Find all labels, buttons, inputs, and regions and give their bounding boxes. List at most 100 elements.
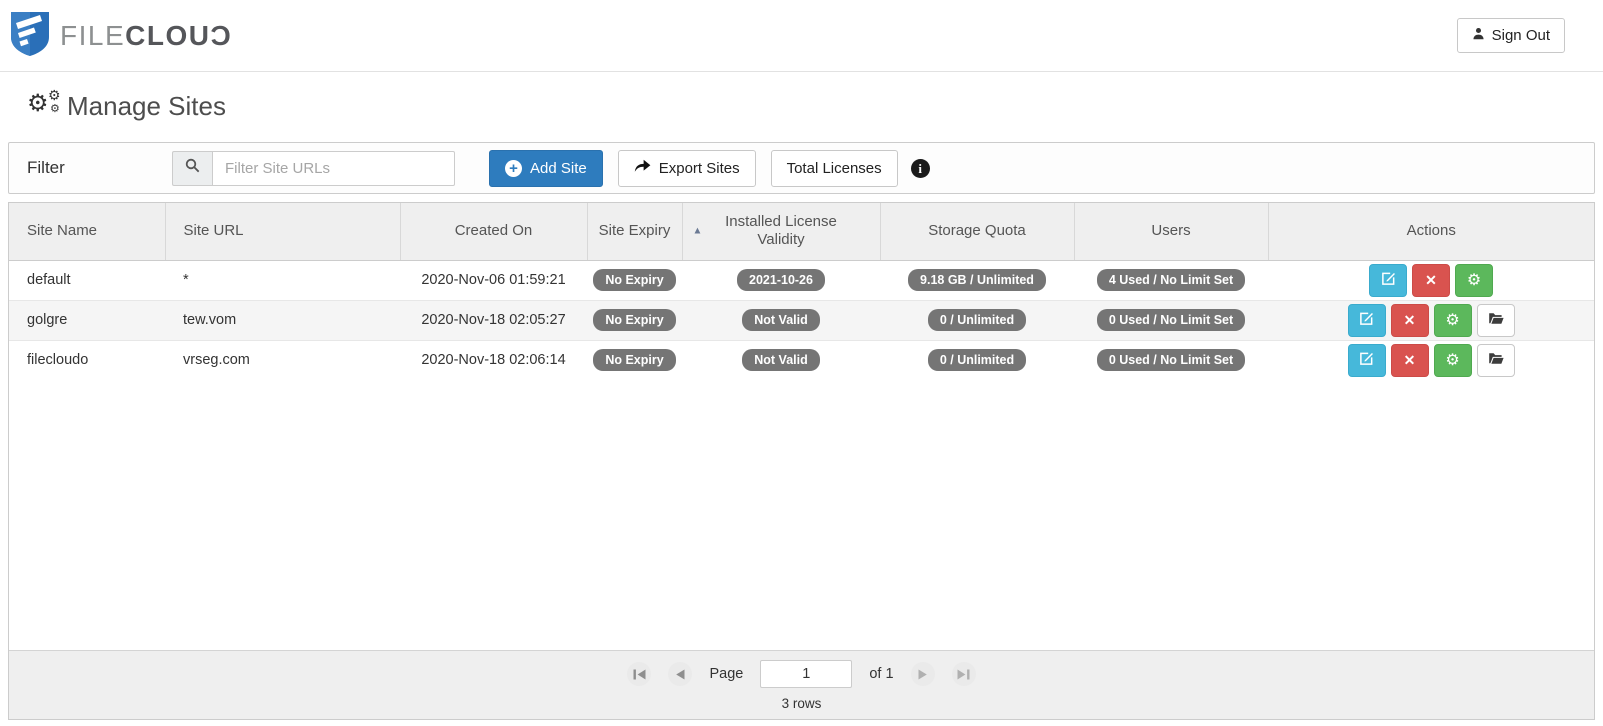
actions-cell: ✕⚙ xyxy=(1268,260,1594,300)
delete-site-button[interactable]: ✕ xyxy=(1391,304,1429,337)
page-heading: ⚙ ⚙ ⚙ Manage Sites xyxy=(27,88,1603,124)
delete-x-icon: ✕ xyxy=(1404,352,1416,369)
folder-open-icon xyxy=(1488,312,1504,328)
status-badge: 0 / Unlimited xyxy=(928,309,1026,331)
rows-count-label: 3 rows xyxy=(9,696,1594,711)
add-site-button[interactable]: + Add Site xyxy=(489,150,603,187)
column-header-label: Actions xyxy=(1407,222,1456,241)
column-header-users[interactable]: Users xyxy=(1074,203,1268,260)
column-header-label: Users xyxy=(1151,222,1190,241)
filecloud-logo: FILECLOUƆ xyxy=(10,9,232,62)
table-row: filecloudovrseg.com2020-Nov-18 02:06:14N… xyxy=(9,340,1594,380)
search-icon xyxy=(185,158,200,178)
column-header-storage-quota[interactable]: Storage Quota xyxy=(880,203,1074,260)
table-footer: Page of 1 3 rows xyxy=(9,650,1594,719)
previous-page-icon[interactable] xyxy=(668,662,692,686)
column-header-created-on[interactable]: Created On xyxy=(400,203,587,260)
delete-x-icon: ✕ xyxy=(1425,272,1437,289)
created-on-cell: 2020-Nov-18 02:06:14 xyxy=(400,340,587,380)
filter-label: Filter xyxy=(27,158,172,178)
user-icon xyxy=(1472,27,1485,44)
column-header-label: Created On xyxy=(455,222,533,241)
site-url-cell: vrseg.com xyxy=(165,340,400,380)
total-licenses-label: Total Licenses xyxy=(787,160,882,177)
table-row: default*2020-Nov-06 01:59:21No Expiry202… xyxy=(9,260,1594,300)
filter-site-urls-input[interactable] xyxy=(212,151,455,186)
site-url-cell: tew.vom xyxy=(165,300,400,340)
column-header-label: Site Expiry xyxy=(599,222,671,241)
manage-sites-gears-icon: ⚙ ⚙ ⚙ xyxy=(27,90,67,122)
folder-open-icon xyxy=(1488,352,1504,368)
storage-quota-cell: 9.18 GB / Unlimited xyxy=(880,260,1074,300)
filter-panel: Filter + Add Site Export Sites Total Lic… xyxy=(8,142,1595,194)
plus-circle-icon: + xyxy=(505,160,522,177)
status-badge: Not Valid xyxy=(742,309,819,331)
site-name-cell: default xyxy=(9,260,165,300)
sign-out-label: Sign Out xyxy=(1492,27,1550,44)
page-label: Page xyxy=(709,666,743,682)
table-header-row: Site Name Site URL Created On Site Expiry ▲ I… xyxy=(9,203,1594,260)
settings-gear-icon: ⚙ xyxy=(1445,350,1459,370)
gear-icon: ⚙ xyxy=(50,104,60,115)
storage-quota-cell: 0 / Unlimited xyxy=(880,300,1074,340)
status-badge: No Expiry xyxy=(593,349,675,371)
edit-site-button[interactable] xyxy=(1369,264,1407,297)
logo-text-cloud: CLOUƆ xyxy=(125,20,232,51)
first-page-icon[interactable] xyxy=(627,662,651,686)
column-header-label: Site URL xyxy=(184,222,244,241)
actions-cell: ✕⚙ xyxy=(1268,300,1594,340)
column-header-actions[interactable]: Actions xyxy=(1268,203,1594,260)
export-sites-button[interactable]: Export Sites xyxy=(618,150,756,187)
browse-site-button[interactable] xyxy=(1477,304,1515,337)
status-badge: 0 / Unlimited xyxy=(928,349,1026,371)
site-settings-button[interactable]: ⚙ xyxy=(1434,304,1472,337)
delete-site-button[interactable]: ✕ xyxy=(1391,344,1429,377)
site-settings-button[interactable]: ⚙ xyxy=(1455,264,1493,297)
storage-quota-cell: 0 / Unlimited xyxy=(880,340,1074,380)
export-arrow-icon xyxy=(634,159,651,178)
sort-ascending-icon: ▲ xyxy=(693,226,703,237)
browse-site-button[interactable] xyxy=(1477,344,1515,377)
sign-out-button[interactable]: Sign Out xyxy=(1457,18,1565,53)
edit-pencil-icon xyxy=(1359,311,1374,329)
sites-grid-table: Site Name Site URL Created On Site Expiry ▲ I… xyxy=(9,203,1594,380)
status-badge: No Expiry xyxy=(593,309,675,331)
site-expiry-cell: No Expiry xyxy=(587,340,682,380)
delete-x-icon: ✕ xyxy=(1404,312,1416,329)
license-validity-cell: Not Valid xyxy=(682,340,880,380)
info-icon[interactable]: i xyxy=(911,159,930,178)
row-actions: ✕⚙ xyxy=(1274,304,1588,337)
table-row: golgretew.vom2020-Nov-18 02:05:27 No Expi… xyxy=(9,300,1594,340)
edit-site-button[interactable] xyxy=(1348,304,1386,337)
edit-pencil-icon xyxy=(1359,351,1374,369)
users-cell: 4 Used / No Limit Set xyxy=(1074,260,1268,300)
page-number-input[interactable] xyxy=(760,660,852,688)
site-expiry-cell: No Expiry xyxy=(587,260,682,300)
column-header-site-name[interactable]: Site Name xyxy=(9,203,165,260)
column-header-site-expiry[interactable]: Site Expiry xyxy=(587,203,682,260)
last-page-icon[interactable] xyxy=(952,662,976,686)
status-badge: 9.18 GB / Unlimited xyxy=(908,269,1046,291)
total-licenses-button[interactable]: Total Licenses xyxy=(771,150,898,187)
column-header-label: Storage Quota xyxy=(928,222,1026,241)
column-header-installed-license-validity[interactable]: ▲ Installed License Validity xyxy=(682,203,880,260)
row-actions: ✕⚙ xyxy=(1274,344,1588,377)
page-title: Manage Sites xyxy=(67,91,226,122)
site-expiry-cell: No Expiry xyxy=(587,300,682,340)
gear-icon: ⚙ xyxy=(48,88,61,102)
actions-cell: ✕⚙ xyxy=(1268,340,1594,380)
created-on-cell: 2020-Nov-18 02:05:27 xyxy=(400,300,587,340)
column-header-site-url[interactable]: Site URL xyxy=(165,203,400,260)
site-name-cell: golgre xyxy=(9,300,165,340)
status-badge: 4 Used / No Limit Set xyxy=(1097,269,1245,291)
filecloud-logotype: FILECLOUƆ xyxy=(60,20,232,52)
next-page-icon[interactable] xyxy=(911,662,935,686)
column-header-label: Installed License Validity xyxy=(716,213,846,251)
row-actions: ✕⚙ xyxy=(1274,264,1588,297)
status-badge: No Expiry xyxy=(593,269,675,291)
edit-site-button[interactable] xyxy=(1348,344,1386,377)
site-settings-button[interactable]: ⚙ xyxy=(1434,344,1472,377)
delete-site-button[interactable]: ✕ xyxy=(1412,264,1450,297)
table-empty-area xyxy=(9,380,1594,650)
status-badge: 0 Used / No Limit Set xyxy=(1097,309,1245,331)
